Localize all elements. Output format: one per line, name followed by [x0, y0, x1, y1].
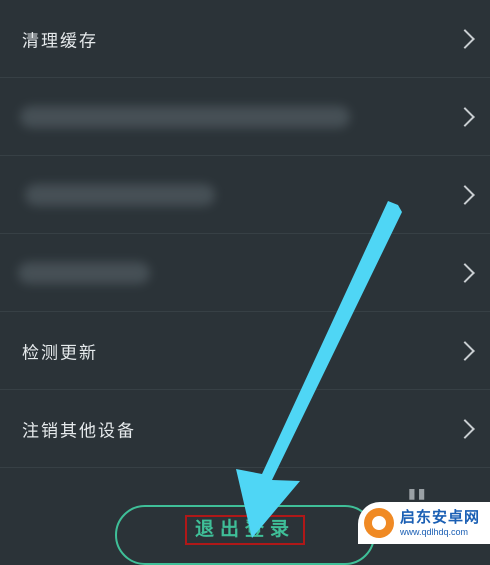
settings-item-blurred-2[interactable] — [0, 156, 490, 234]
watermark-logo-icon — [364, 508, 394, 538]
settings-item-label: 注销其他设备 — [22, 421, 136, 441]
logout-button-label: 退出登录 — [184, 515, 305, 545]
settings-item-label: 检测更新 — [22, 343, 98, 363]
settings-item-clear-cache[interactable]: 清理缓存 — [0, 0, 490, 78]
watermark: 启东安卓网 www.qdlhdq.com — [358, 502, 490, 544]
blurred-label — [20, 105, 350, 128]
chevron-right-icon — [455, 28, 475, 49]
settings-item-blurred-1[interactable] — [0, 78, 490, 156]
watermark-url: www.qdlhdq.com — [400, 527, 469, 537]
settings-list: 清理缓存 检测更新 注销其他设备 — [0, 0, 490, 468]
watermark-title: 启东安卓网 — [400, 508, 481, 526]
chevron-right-icon — [455, 340, 475, 361]
settings-item-check-update[interactable]: 检测更新 — [0, 312, 490, 390]
chevron-right-icon — [455, 184, 475, 205]
chevron-right-icon — [455, 262, 475, 283]
settings-item-logout-other-devices[interactable]: 注销其他设备 — [0, 390, 490, 468]
blurred-label — [25, 183, 215, 206]
blurred-label — [18, 261, 150, 284]
settings-item-blurred-3[interactable] — [0, 234, 490, 312]
settings-item-label: 清理缓存 — [22, 31, 98, 51]
chevron-right-icon — [455, 106, 475, 127]
chevron-right-icon — [455, 418, 475, 439]
logout-button[interactable]: 退出登录 — [115, 505, 375, 565]
partial-glyph: ▮▮ — [408, 486, 428, 502]
